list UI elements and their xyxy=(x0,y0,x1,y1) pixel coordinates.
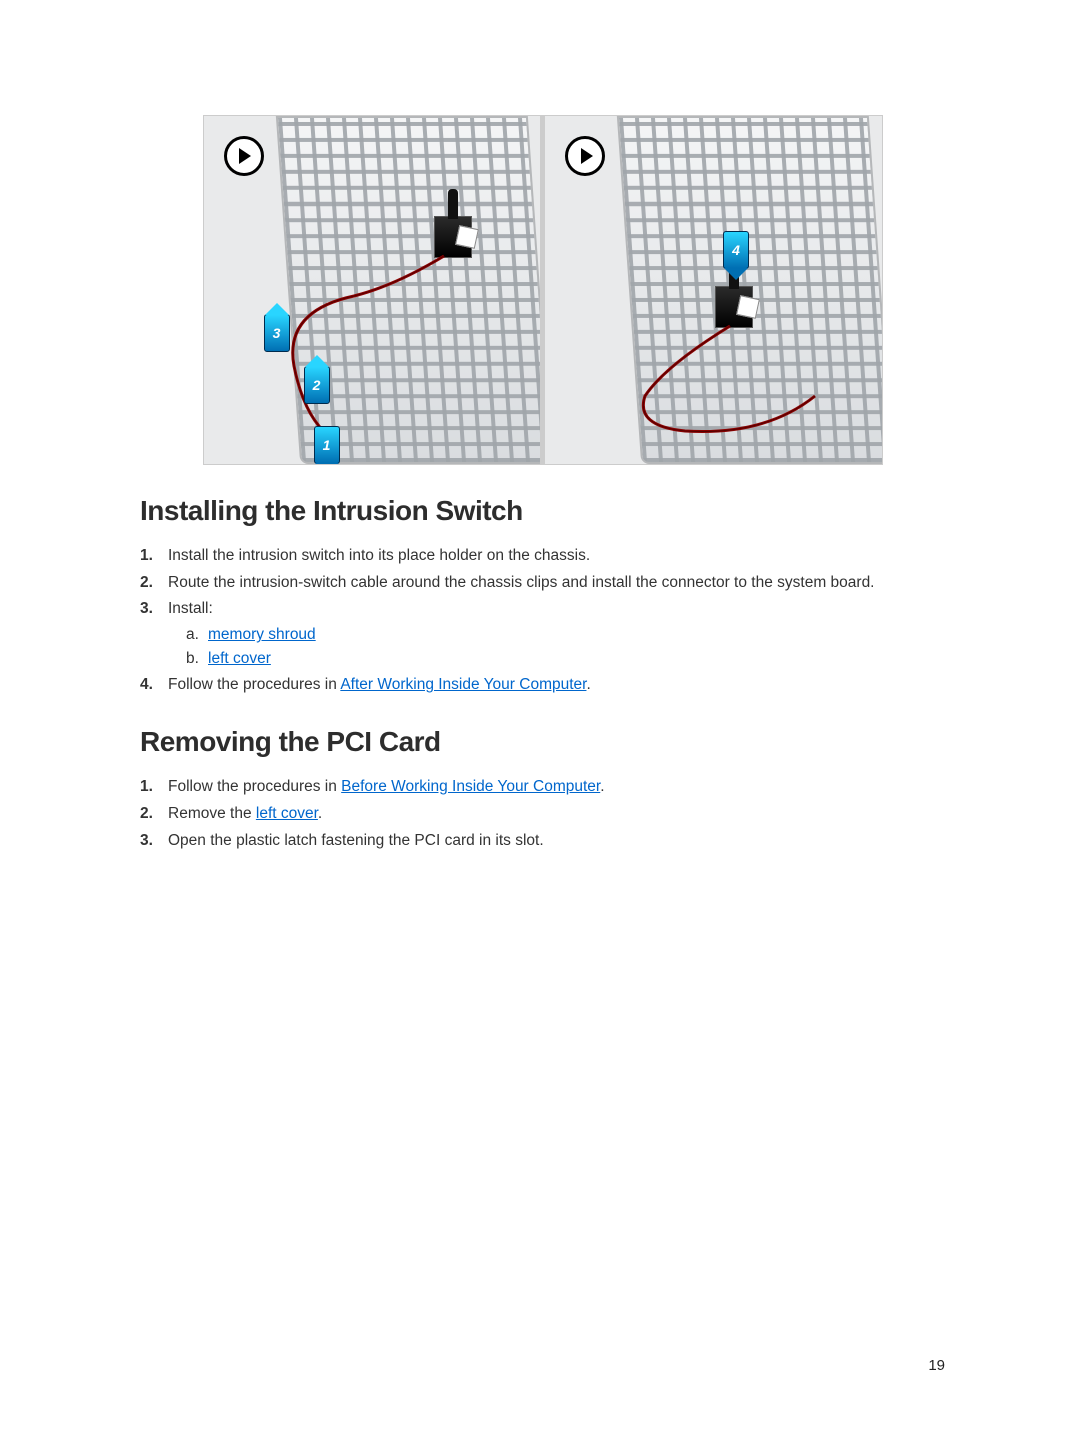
link-left-cover[interactable]: left cover xyxy=(208,650,271,667)
sub-list: memory shroud left cover xyxy=(168,624,945,669)
list-item: memory shroud xyxy=(186,624,945,646)
step-text: Remove the xyxy=(168,805,256,822)
step-text: . xyxy=(600,778,604,795)
play-icon xyxy=(565,136,605,176)
callout-3: 3 xyxy=(264,314,290,352)
step-text: Route the intrusion-switch cable around … xyxy=(168,574,875,591)
callout-1: 1 xyxy=(314,426,340,464)
step-text: Follow the procedures in xyxy=(168,778,341,795)
list-item: left cover xyxy=(186,648,945,670)
step-text: Install the intrusion switch into its pl… xyxy=(168,547,590,564)
list-item: Follow the procedures in Before Working … xyxy=(140,776,945,798)
section1-steps: Install the intrusion switch into its pl… xyxy=(140,545,945,696)
play-icon xyxy=(224,136,264,176)
callout-2: 2 xyxy=(304,366,330,404)
step-text: . xyxy=(318,805,322,822)
list-item: Remove the left cover. xyxy=(140,803,945,825)
list-item: Follow the procedures in After Working I… xyxy=(140,674,945,696)
page: 1 2 3 4 Install xyxy=(0,0,1080,1434)
section2-steps: Follow the procedures in Before Working … xyxy=(140,776,945,851)
step-text: Open the plastic latch fastening the PCI… xyxy=(168,832,544,849)
page-number: 19 xyxy=(928,1357,945,1374)
link-after-working-inside[interactable]: After Working Inside Your Computer xyxy=(340,676,586,693)
callout-number: 2 xyxy=(313,378,321,392)
link-memory-shroud[interactable]: memory shroud xyxy=(208,626,316,643)
figure-panel-left: 1 2 3 xyxy=(203,115,542,465)
list-item: Install the intrusion switch into its pl… xyxy=(140,545,945,567)
callout-number: 1 xyxy=(323,438,331,452)
step-text: Install: xyxy=(168,600,213,617)
link-left-cover[interactable]: left cover xyxy=(256,805,318,822)
step-text: . xyxy=(586,676,590,693)
callout-number: 3 xyxy=(273,326,281,340)
link-before-working-inside[interactable]: Before Working Inside Your Computer xyxy=(341,778,600,795)
figure-intrusion-switch: 1 2 3 4 xyxy=(203,115,883,465)
callout-number: 4 xyxy=(732,243,740,257)
heading-removing-pci-card: Removing the PCI Card xyxy=(140,726,945,758)
figure-panel-right: 4 xyxy=(544,115,883,465)
heading-installing-intrusion-switch: Installing the Intrusion Switch xyxy=(140,495,945,527)
list-item: Install: memory shroud left cover xyxy=(140,598,945,669)
step-text: Follow the procedures in xyxy=(168,676,340,693)
list-item: Route the intrusion-switch cable around … xyxy=(140,572,945,594)
callout-4: 4 xyxy=(723,231,749,269)
list-item: Open the plastic latch fastening the PCI… xyxy=(140,830,945,852)
